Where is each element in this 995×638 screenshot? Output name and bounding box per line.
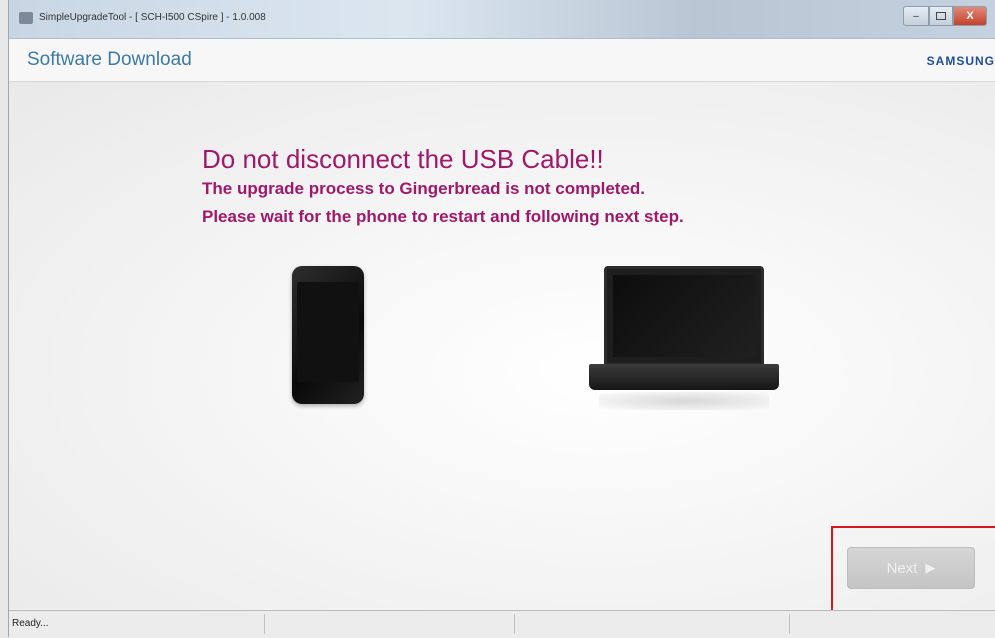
status-divider: [514, 614, 515, 634]
close-button[interactable]: X: [953, 6, 987, 26]
window-title: SimpleUpgradeTool - [ SCH-I500 CSpire ] …: [39, 12, 266, 23]
warning-line-2: Please wait for the phone to restart and…: [202, 207, 684, 226]
maximize-icon: [936, 12, 946, 20]
maximize-button[interactable]: [929, 6, 953, 26]
page-header: Software Download SAMSUNG: [9, 39, 995, 82]
main-content: Do not disconnect the USB Cable!! The up…: [9, 82, 995, 612]
window-controls: – X: [903, 6, 987, 26]
play-arrow-icon: ▶: [925, 560, 936, 575]
warning-line-1: The upgrade process to Gingerbread is no…: [202, 179, 646, 198]
laptop-screen: [604, 266, 764, 366]
laptop-base: [589, 364, 779, 390]
app-window: SimpleUpgradeTool - [ SCH-I500 CSpire ] …: [8, 0, 995, 638]
warning-headline: Do not disconnect the USB Cable!!: [202, 144, 604, 174]
status-divider: [264, 614, 265, 634]
app-icon: [19, 12, 33, 24]
laptop-image: [589, 266, 789, 416]
laptop-shadow: [599, 392, 769, 410]
title-bar[interactable]: SimpleUpgradeTool - [ SCH-I500 CSpire ] …: [9, 0, 995, 39]
status-bar: Ready...: [9, 610, 995, 638]
minimize-button[interactable]: –: [903, 6, 929, 26]
status-divider: [789, 614, 790, 634]
page-title: Software Download: [27, 49, 192, 70]
minimize-icon: –: [913, 10, 919, 22]
close-icon: X: [966, 10, 974, 22]
status-text: Ready...: [12, 618, 49, 629]
brand-logo: SAMSUNG: [926, 54, 995, 68]
next-button-label: Next: [886, 559, 918, 577]
next-button[interactable]: Next ▶: [847, 547, 975, 589]
smartphone-image: [292, 266, 364, 404]
